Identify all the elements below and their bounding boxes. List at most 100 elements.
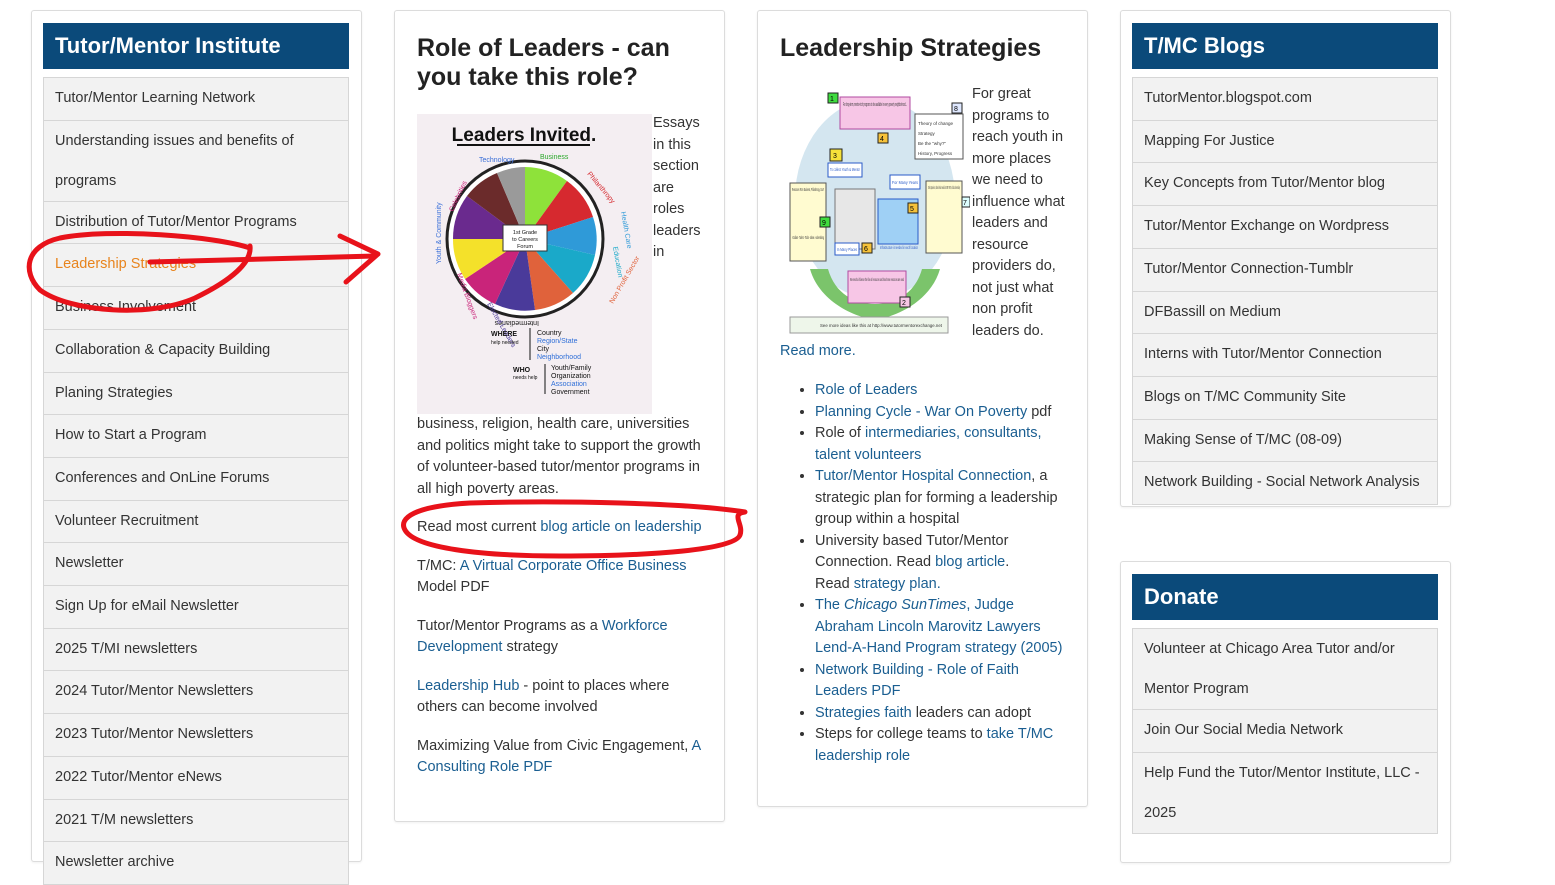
sidebar-item-label: Understanding issues and benefits of xyxy=(55,132,294,149)
link-text: Network Building - Role of Faith xyxy=(815,661,1019,678)
link-text: , Judge xyxy=(966,597,1014,613)
text-line: in xyxy=(653,244,665,260)
text-prefix: Connection. Read xyxy=(815,554,936,570)
link-text: leadership role xyxy=(815,747,911,764)
sidebar-item-label: programs xyxy=(55,172,117,189)
sidebar-item-collaboration[interactable]: Collaboration & Capacity Building xyxy=(44,329,348,373)
image-heading: Leaders Invited. xyxy=(452,125,597,146)
list-item: University based Tutor/Mentor Connection… xyxy=(815,531,1115,596)
sidebar-item-business-involvement[interactable]: Business Involvement xyxy=(44,287,348,330)
sidebar-item-2023-newsletters[interactable]: 2023 Tutor/Mentor Newsletters xyxy=(44,714,348,757)
sidebar-item-learning-network[interactable]: Tutor/Mentor Learning Network xyxy=(44,78,348,121)
donate-item-social-network[interactable]: Join Our Social Media Network xyxy=(1133,710,1437,753)
sidebar-item-leadership-strategies[interactable]: Leadership Strategies xyxy=(44,244,348,288)
strategy-plan-link[interactable]: strategy plan xyxy=(854,576,937,592)
title-line: Role of Leaders - can xyxy=(417,34,670,62)
step-number: 7 xyxy=(963,200,967,207)
text-suffix: Model PDF xyxy=(417,579,490,595)
text-suffix: , a xyxy=(1031,468,1048,484)
where-item: Neighborhood xyxy=(537,354,581,361)
text-line: reach youth in xyxy=(972,129,1064,145)
blog-item-wordpress[interactable]: Tutor/Mentor Exchange on Wordpress xyxy=(1133,206,1437,249)
donate-item-help-fund[interactable]: Help Fund the Tutor/Mentor Institute, LL… xyxy=(1133,752,1437,834)
list-item: Network Building - Role of Faith Leaders … xyxy=(815,660,1115,703)
list-item: Strategies faith leaders can adopt xyxy=(815,703,1115,725)
network-building-faith-link[interactable]: Network Building - Role of Faith Leaders … xyxy=(815,662,1019,700)
suntimes-link[interactable]: The Chicago SunTimes, Judge Abraham Linco… xyxy=(815,597,1062,656)
leadership-hub-link[interactable]: Leadership Hub xyxy=(417,678,519,694)
sidebar-item-2021-newsletters[interactable]: 2021 T/M newsletters xyxy=(44,799,348,843)
list-item: Steps for college teams to take T/MC lead… xyxy=(815,724,1115,767)
text-line: leaders do. xyxy=(972,322,1044,339)
sidebar-item-volunteer-recruitment[interactable]: Volunteer Recruitment xyxy=(44,500,348,544)
blog-item-tutormentor-blogspot[interactable]: TutorMentor.blogspot.com xyxy=(1133,78,1437,121)
box4-text: For Many Years xyxy=(892,180,919,185)
leaders-invited-image[interactable]: Leaders Invited. 1st Grade to Careers Fo… xyxy=(417,114,652,414)
talent-text: Talent, Experience, Shared Vision needed… xyxy=(928,185,960,190)
leadership-strategies-diagram[interactable]: For long-term, mentor-rich programs to b… xyxy=(780,89,970,339)
sidebar-item-start-program[interactable]: How to Start a Program xyxy=(44,415,348,458)
blog-item-medium[interactable]: DFBassill on Medium xyxy=(1133,291,1437,335)
text-line: we need to xyxy=(972,172,1043,188)
resources-list-text: -Dollars -Talent -Tools -Ideas -Advertis… xyxy=(792,235,824,240)
hospital-connection-link[interactable]: Tutor/Mentor Hospital Connection xyxy=(815,468,1031,484)
box3-text: To collect Youth & Mentor xyxy=(830,167,860,172)
leadership-strategies-panel: Leadership Strategies For long-term, men… xyxy=(757,10,1088,807)
blog-article-leadership-link[interactable]: blog article on leadership xyxy=(540,519,701,535)
sidebar-item-2025-newsletters[interactable]: 2025 T/MI newsletters xyxy=(44,628,348,672)
strategies-faith-link[interactable]: Strategies faith xyxy=(815,705,912,721)
donate-item-volunteer[interactable]: Volunteer at Chicago Area Tutor and/or M… xyxy=(1133,629,1437,710)
step-number: 3 xyxy=(833,153,837,160)
text-suffix: . xyxy=(936,575,941,592)
wedge-label: Health Care xyxy=(619,211,632,249)
sidebar-item-distribution[interactable]: Distribution of Tutor/Mentor Programs xyxy=(44,201,348,245)
planning-cycle-link[interactable]: Planning Cycle - War On Poverty xyxy=(815,404,1027,420)
sidebar-item-2022-enews[interactable]: 2022 Tutor/Mentor eNews xyxy=(44,756,348,800)
sidebar-item-conferences[interactable]: Conferences and OnLine Forums xyxy=(44,457,348,501)
who-sub: needs help xyxy=(513,375,538,381)
link-text: Development xyxy=(417,639,503,655)
wedge-label: Business xyxy=(540,154,569,161)
text-line: not just what xyxy=(972,279,1054,296)
center-text: Forum xyxy=(517,244,533,250)
sidebar-item-newsletter[interactable]: Newsletter xyxy=(44,543,348,587)
workforce-paragraph: Tutor/Mentor Programs as a Workforce Deve… xyxy=(417,616,717,659)
text-line: providers do, xyxy=(972,258,1056,274)
who-item: Youth/Family xyxy=(551,365,592,372)
read-more-link[interactable]: Read more. xyxy=(780,343,856,359)
sidebar-item-planing-strategies[interactable]: Planing Strategies xyxy=(44,372,348,416)
text-line: section xyxy=(653,158,699,174)
sidebar-item-signup-newsletter[interactable]: Sign Up for eMail Newsletter xyxy=(44,586,348,629)
blog-item-network-building[interactable]: Network Building - Social Network Analys… xyxy=(1133,462,1437,506)
blogs-menu: TutorMentor.blogspot.com Mapping For Jus… xyxy=(1132,77,1438,506)
sidebar-item-2024-newsletters[interactable]: 2024 Tutor/Mentor Newsletters xyxy=(44,671,348,715)
leadership-hub-paragraph: Leadership Hub - point to places where o… xyxy=(417,676,717,719)
link-text: Leaders PDF xyxy=(815,683,901,699)
where-item: Country xyxy=(537,330,562,337)
text-line: For great xyxy=(972,86,1031,102)
step-number: 8 xyxy=(954,106,958,113)
university-blog-article-link[interactable]: blog article xyxy=(935,554,1005,570)
sidebar-menu: Tutor/Mentor Learning Network Understand… xyxy=(43,77,349,885)
text-line: business, religion, health care, univers… xyxy=(417,416,690,432)
blog-item-interns[interactable]: Interns with Tutor/Mentor Connection xyxy=(1133,334,1437,377)
tmc-paragraph: T/MC: A Virtual Corporate Office Busines… xyxy=(417,556,717,599)
step-number: 6 xyxy=(864,246,868,253)
donate-item-label: 2025 xyxy=(1144,804,1177,821)
text-line: roles xyxy=(653,201,685,217)
sidebar-item-understanding-issues[interactable]: Understanding issues and benefits of pro… xyxy=(44,120,348,202)
text-line: leaders and xyxy=(972,215,1048,231)
virtual-corporate-office-link[interactable]: A Virtual Corporate Office Business xyxy=(460,558,687,574)
blog-item-making-sense[interactable]: Making Sense of T/MC (08-09) xyxy=(1133,419,1437,463)
tutor-mentor-institute-panel: Tutor/Mentor Institute Tutor/Mentor Lear… xyxy=(31,10,362,885)
center-text: 1st Grade xyxy=(513,230,537,236)
step-number: 1 xyxy=(830,96,834,103)
blog-item-tumblr[interactable]: Tutor/Mentor Connection-Tumblr xyxy=(1133,248,1437,292)
blog-item-key-concepts[interactable]: Key Concepts from Tutor/Mentor blog xyxy=(1133,163,1437,207)
blog-item-community-site[interactable]: Blogs on T/MC Community Site xyxy=(1133,376,1437,420)
role-of-leaders-link[interactable]: Role of Leaders xyxy=(815,382,917,398)
donate-panel: Donate Volunteer at Chicago Area Tutor a… xyxy=(1120,561,1451,863)
text-line: of volunteer-based tutor/mentor programs… xyxy=(417,459,700,475)
sidebar-item-newsletter-archive[interactable]: Newsletter archive xyxy=(44,842,348,885)
blog-item-mapping-for-justice[interactable]: Mapping For Justice xyxy=(1133,120,1437,164)
